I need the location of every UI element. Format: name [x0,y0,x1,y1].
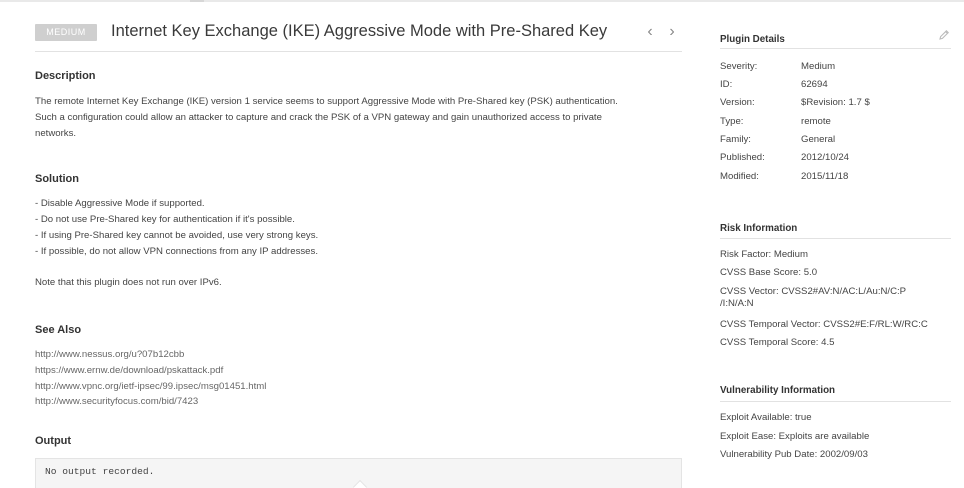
risk-information-heading: Risk Information [720,223,798,234]
cvss-temporal-score: CVSS Temporal Score: 4.5 [720,337,835,348]
detail-value: 2015/11/18 [801,171,849,182]
vulnerability-information-header: Vulnerability Information [720,380,951,402]
output-heading: Output [35,435,72,447]
solution-line: - Disable Aggressive Mode if supported. [35,198,205,209]
detail-value: remote [801,116,831,127]
cvss-vector-line: /I:N/A:N [720,298,754,309]
cvss-temporal-vector: CVSS Temporal Vector: CVSS2#E:F/RL:W/RC:… [720,319,928,330]
solution-text: - Disable Aggressive Mode if supported. … [35,196,675,260]
solution-line: - Do not use Pre-Shared key for authenti… [35,214,295,225]
see-also-link[interactable]: https://www.ernw.de/download/pskattack.p… [35,363,266,379]
see-also-link[interactable]: http://www.securityfocus.com/bid/7423 [35,394,266,410]
vulnerability-information-heading: Vulnerability Information [720,385,836,396]
see-also-link[interactable]: http://www.nessus.org/u?07b12cbb [35,347,266,363]
see-also-link[interactable]: http://www.vpnc.org/ietf-ipsec/99.ipsec/… [35,379,266,395]
see-also-links: http://www.nessus.org/u?07b12cbb https:/… [35,347,266,410]
exploit-available: Exploit Available: true [720,412,812,423]
detail-value: $Revision: 1.7 $ [801,97,870,108]
detail-value: 62694 [801,79,828,90]
detail-label: Type: [720,116,744,127]
risk-factor: Risk Factor: Medium [720,249,808,260]
description-heading: Description [35,70,96,82]
solution-note: Note that this plugin does not run over … [35,275,675,291]
description-line: networks. [35,128,77,139]
detail-value: Medium [801,61,836,72]
detail-label: Severity: [720,61,758,72]
severity-badge: MEDIUM [35,24,97,41]
detail-label: Family: [720,134,751,145]
chevron-right-icon[interactable]: › [665,23,679,41]
solution-heading: Solution [35,173,79,185]
exploit-ease: Exploit Ease: Exploits are available [720,431,870,442]
description-text: The remote Internet Key Exchange (IKE) v… [35,94,675,142]
caret-up-icon [352,479,368,488]
output-text: No output recorded. [45,466,155,477]
description-line: The remote Internet Key Exchange (IKE) v… [35,96,618,107]
plugin-sidebar: Plugin Details Severity: Medium ID: 6269… [720,0,952,488]
detail-label: Published: [720,152,765,163]
solution-note-text: Note that this plugin does not run over … [35,277,222,288]
detail-value: General [801,134,836,145]
detail-label: Modified: [720,171,759,182]
cvss-base-score: CVSS Base Score: 5.0 [720,267,818,278]
solution-line: - If using Pre-Shared key cannot be avoi… [35,230,319,241]
plugin-details-header: Plugin Details [720,29,951,49]
detail-value: 2012/10/24 [801,152,850,163]
page-title: Internet Key Exchange (IKE) Aggressive M… [111,22,608,40]
vulnerability-pub-date: Vulnerability Pub Date: 2002/09/03 [720,449,868,460]
detail-label: Version: [720,97,755,108]
plugin-details-heading: Plugin Details [720,34,785,45]
pencil-icon[interactable] [937,28,951,42]
cvss-vector: CVSS Vector: CVSS2#AV:N/AC:L/Au:N/C:P /I… [720,286,952,310]
risk-information-header: Risk Information [720,218,951,239]
output-box: No output recorded. [35,458,682,488]
detail-label: ID: [720,79,733,90]
solution-line: - If possible, do not allow VPN connecti… [35,246,318,257]
cvss-vector-line: CVSS Vector: CVSS2#AV:N/AC:L/Au:N/C:P [720,286,907,297]
plugin-main-panel: MEDIUM Internet Key Exchange (IKE) Aggre… [0,0,700,488]
see-also-heading: See Also [35,324,82,336]
description-line: Such a configuration could allow an atta… [35,112,602,123]
plugin-title-bar: MEDIUM Internet Key Exchange (IKE) Aggre… [35,18,682,52]
chevron-left-icon[interactable]: ‹ [643,23,657,41]
